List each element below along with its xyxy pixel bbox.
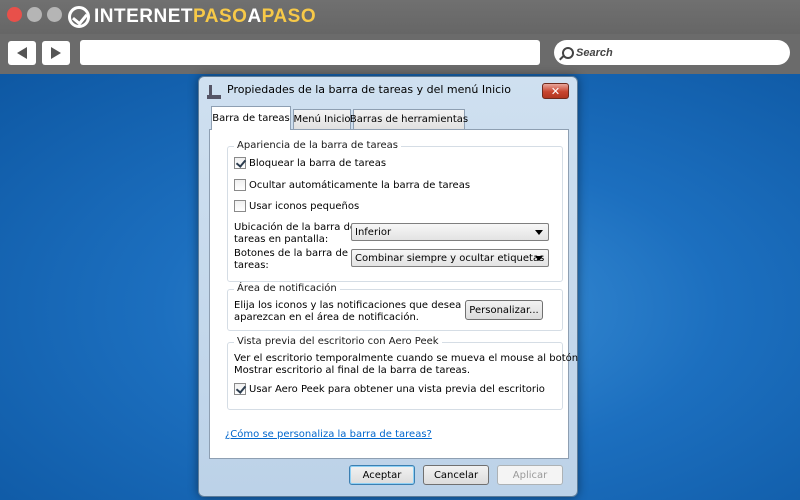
- search-icon: [562, 46, 574, 59]
- apply-button[interactable]: Aplicar: [497, 465, 563, 485]
- notification-text-line-2: aparezcan en el área de notificación.: [234, 312, 419, 323]
- location-label-line-1: Ubicación de la barra de: [234, 222, 357, 233]
- window-maximize-dot[interactable]: [47, 7, 62, 22]
- notification-text-line-1: Elija los iconos y las notificaciones qu…: [234, 300, 484, 311]
- location-select-value: Inferior: [355, 226, 392, 238]
- aero-peek-label: Usar Aero Peek para obtener una vista pr…: [249, 383, 545, 395]
- lock-taskbar-checkbox-row[interactable]: Bloquear la barra de tareas: [234, 157, 386, 169]
- autohide-label: Ocultar automáticamente la barra de tare…: [249, 179, 471, 191]
- dialog-close-button[interactable]: ✕: [542, 83, 569, 99]
- site-logo: INTERNETPASOAPASO: [68, 4, 316, 30]
- tab-barra-de-tareas[interactable]: Barra de tareas: [211, 106, 291, 130]
- window-close-dot[interactable]: [7, 7, 22, 22]
- buttons-label-line-2: tareas:: [234, 260, 269, 271]
- notification-group-title: Área de notificación: [234, 283, 340, 294]
- chevron-down-icon: [535, 256, 543, 261]
- location-label-line-2: tareas en pantalla:: [234, 234, 329, 245]
- buttons-label-line-1: Botones de la barra de: [234, 248, 348, 259]
- tab-barras-de-herramientas[interactable]: Barras de herramientas: [350, 109, 468, 129]
- taskbar-icon: [207, 85, 221, 99]
- aero-peek-group-title: Vista previa del escritorio con Aero Pee…: [234, 336, 442, 347]
- browser-toolbar: INTERNETPASOAPASO Search: [0, 0, 800, 74]
- small-icons-checkbox-row[interactable]: Usar iconos pequeños: [234, 200, 359, 212]
- location-select[interactable]: Inferior: [351, 223, 549, 241]
- small-icons-checkbox[interactable]: [234, 200, 246, 212]
- tab-panel: Apariencia de la barra de tareas Bloquea…: [209, 129, 578, 459]
- autohide-checkbox[interactable]: [234, 179, 246, 191]
- autohide-checkbox-row[interactable]: Ocultar automáticamente la barra de tare…: [234, 179, 470, 191]
- appearance-group: Apariencia de la barra de tareas Bloquea…: [227, 140, 563, 282]
- aero-peek-text-line-1: Ver el escritorio temporalmente cuando s…: [234, 353, 579, 364]
- appearance-group-title: Apariencia de la barra de tareas: [234, 140, 401, 151]
- aero-peek-checkbox[interactable]: [234, 383, 246, 395]
- buttons-select[interactable]: Combinar siempre y ocultar etiquetas: [351, 249, 549, 267]
- browser-titlebar: INTERNETPASOAPASO: [0, 0, 800, 34]
- small-icons-label: Usar iconos pequeños: [249, 200, 360, 212]
- cancel-button[interactable]: Cancelar: [423, 465, 489, 485]
- forward-button[interactable]: [42, 41, 70, 65]
- aero-peek-text-line-2: Mostrar escritorio al final de la barra …: [234, 365, 471, 376]
- tab-menu-inicio[interactable]: Menú Inicio: [293, 109, 351, 129]
- lock-taskbar-checkbox[interactable]: [234, 157, 246, 169]
- arrow-right-icon: [51, 47, 61, 59]
- aero-peek-checkbox-row[interactable]: Usar Aero Peek para obtener una vista pr…: [234, 383, 545, 395]
- logo-check-icon: [68, 6, 90, 28]
- help-link[interactable]: ¿Cómo se personaliza la barra de tareas?: [225, 429, 432, 440]
- chevron-down-icon: [535, 230, 543, 235]
- search-input[interactable]: Search: [554, 40, 790, 65]
- taskbar-properties-dialog: Propiedades de la barra de tareas y del …: [198, 76, 578, 497]
- ok-button[interactable]: Aceptar: [349, 465, 415, 485]
- dialog-title: Propiedades de la barra de tareas y del …: [227, 83, 511, 96]
- address-bar[interactable]: [80, 40, 540, 65]
- window-minimize-dot[interactable]: [27, 7, 42, 22]
- aero-peek-group: Vista previa del escritorio con Aero Pee…: [227, 336, 578, 410]
- search-placeholder: Search: [576, 46, 613, 59]
- notification-group: Área de notificación Elija los iconos y …: [227, 283, 563, 331]
- buttons-select-value: Combinar siempre y ocultar etiquetas: [355, 252, 545, 264]
- arrow-left-icon: [17, 47, 27, 59]
- customize-button[interactable]: Personalizar...: [465, 300, 543, 320]
- back-button[interactable]: [8, 41, 36, 65]
- lock-taskbar-label: Bloquear la barra de tareas: [249, 157, 387, 169]
